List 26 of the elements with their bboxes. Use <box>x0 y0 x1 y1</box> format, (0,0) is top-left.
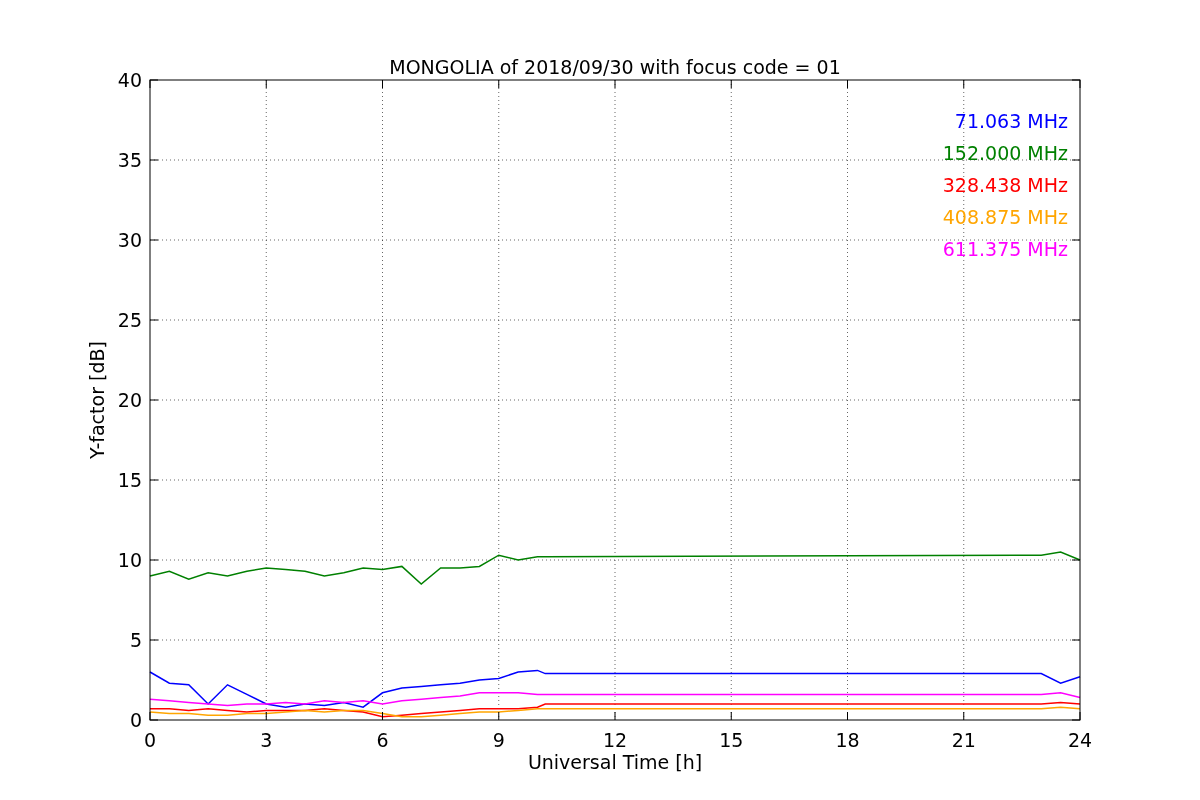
y-tick-label: 30 <box>117 229 142 251</box>
y-tick-label: 35 <box>117 149 142 171</box>
x-axis-label: Universal Time [h] <box>527 751 703 773</box>
y-tick-label: 25 <box>117 309 142 331</box>
x-tick-label: 21 <box>951 729 976 751</box>
x-tick-label: 15 <box>719 729 744 751</box>
x-tick-label: 9 <box>492 729 505 751</box>
x-tick-label: 6 <box>376 729 389 751</box>
y-tick-label: 5 <box>129 629 142 651</box>
y-tick-label: 0 <box>129 709 142 731</box>
x-tick-label: 12 <box>602 729 628 751</box>
y-tick-label: 20 <box>117 389 142 411</box>
y-tick-label: 15 <box>117 469 142 491</box>
y-tick-label: 40 <box>117 69 142 91</box>
legend-label: 408.875 MHz <box>942 206 1068 228</box>
legend-label: 71.063 MHz <box>954 110 1068 132</box>
x-tick-label: 24 <box>1067 729 1093 751</box>
chart-title: MONGOLIA of 2018/09/30 with focus code = 01 <box>389 56 841 78</box>
legend-label: 152.000 MHz <box>942 142 1068 164</box>
x-tick-label: 3 <box>260 729 273 751</box>
x-tick-label: 0 <box>143 729 157 751</box>
y-tick-label: 10 <box>117 549 142 571</box>
x-tick-label: 18 <box>835 729 860 751</box>
legend-label: 611.375 MHz <box>942 238 1068 260</box>
y-axis-label: Y-factor [dB] <box>86 341 108 459</box>
legend-label: 328.438 MHz <box>942 174 1068 196</box>
